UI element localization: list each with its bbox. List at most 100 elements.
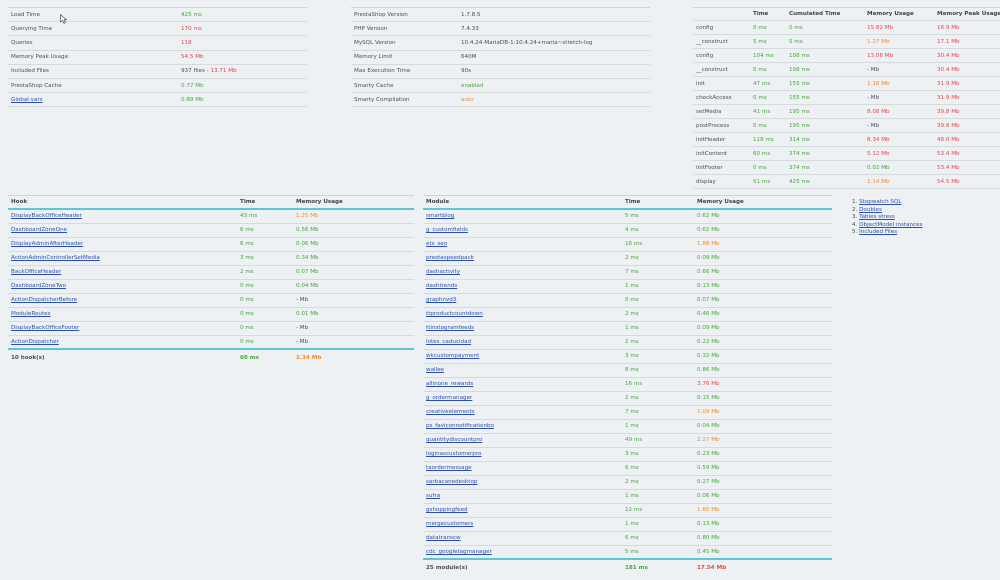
summary-label[interactable]: Global vars bbox=[11, 97, 43, 103]
hooks-row: DisplayBackOfficeHeader 43 ms 1.25 Mb bbox=[8, 209, 414, 223]
stopwatch-cell: 0 ms bbox=[750, 91, 786, 105]
stopwatch-value: 53.4 Mb bbox=[937, 150, 960, 157]
stopwatch-value: 425 ms bbox=[789, 178, 810, 185]
summary-label: PrestaShop Cache bbox=[11, 82, 62, 89]
hooks-name-link[interactable]: DisplayAdminAfterHeader bbox=[11, 241, 83, 247]
modules-panel: Module Time Memory Usage smartblog 5 ms 0.62… bbox=[423, 195, 832, 575]
config-label: Smarty Compilation bbox=[354, 96, 410, 103]
stopwatch-cell: 0 ms bbox=[786, 21, 864, 35]
modules-row: dashtrends 1 ms 0.13 Mb bbox=[423, 279, 832, 293]
hooks-time-cell: 0 ms bbox=[237, 293, 293, 307]
stopwatch-value: - Mb bbox=[867, 66, 880, 73]
stopwatch-step: display bbox=[696, 178, 716, 185]
legend-link[interactable]: Included Files bbox=[859, 229, 897, 235]
hooks-row: ActionDispatcher 0 ms - Mb bbox=[8, 335, 414, 349]
modules-name-link[interactable]: ttproductcountdown bbox=[426, 311, 483, 317]
modules-name-link[interactable]: ttinstagramfeeds bbox=[426, 325, 474, 331]
modules-name-link[interactable]: creativeelements bbox=[426, 409, 475, 415]
hooks-time: 3 ms bbox=[240, 255, 254, 261]
legend-link[interactable]: Doubles bbox=[859, 207, 882, 213]
modules-name-link[interactable]: graphnvd3 bbox=[426, 297, 456, 303]
modules-name-cell: sufra bbox=[423, 489, 622, 503]
modules-row: prestaspeedpack 2 ms 0.09 Mb bbox=[423, 251, 832, 265]
modules-name-link[interactable]: mergecustomers bbox=[426, 521, 473, 527]
modules-memory: 0.45 Mb bbox=[697, 548, 720, 555]
hooks-header: Time bbox=[240, 199, 256, 205]
modules-name-cell: ttproductcountdown bbox=[423, 307, 622, 321]
modules-name-link[interactable]: ets_seo bbox=[426, 241, 447, 247]
modules-memory-cell: 1.60 Mb bbox=[694, 503, 832, 517]
stopwatch-value: - Mb bbox=[867, 122, 880, 129]
hooks-table: Hook Time Memory Usage DisplayBackOfficeHe… bbox=[8, 195, 414, 365]
hooks-header: Hook bbox=[11, 199, 28, 205]
stopwatch-cell: 31.9 Mb bbox=[934, 91, 1000, 105]
modules-name-link[interactable]: dashtrends bbox=[426, 283, 457, 289]
modules-name-link[interactable]: lotes_caducidad bbox=[426, 339, 471, 345]
modules-time: 3 ms bbox=[625, 353, 639, 359]
hooks-name-link[interactable]: DashboardZoneOne bbox=[11, 227, 67, 233]
legend-link[interactable]: Tables stress bbox=[859, 214, 895, 220]
modules-name-link[interactable]: sarbacanedesktop bbox=[426, 479, 477, 485]
modules-memory-cell: 0.09 Mb bbox=[694, 251, 832, 265]
modules-name-link[interactable]: allinone_rewards bbox=[426, 381, 473, 387]
modules-name-link[interactable]: gshoppingfeed bbox=[426, 507, 468, 513]
hooks-memory: 0.34 Mb bbox=[296, 255, 319, 261]
modules-time-cell: 3 ms bbox=[622, 349, 694, 363]
stopwatch-cell: 155 ms bbox=[786, 77, 864, 91]
stopwatch-row: init 47 ms 155 ms 1.16 Mb 31.9 Mb bbox=[693, 77, 1000, 91]
stopwatch-cell: 39.8 Mb bbox=[934, 119, 1000, 133]
modules-memory-cell: 0.04 Mb bbox=[694, 419, 832, 433]
stopwatch-value: 0 ms bbox=[753, 94, 767, 101]
modules-name-link[interactable]: loginascustomerpro bbox=[426, 451, 481, 457]
modules-name-link[interactable]: quantitydiscountpro bbox=[426, 437, 482, 443]
modules-name-link[interactable]: cdc_googletagmanager bbox=[426, 549, 492, 555]
modules-name-link[interactable]: ps_faviconnotificationbo bbox=[426, 423, 494, 429]
hooks-name-link[interactable]: ActionDispatcher bbox=[11, 339, 59, 345]
modules-name-link[interactable]: prestaspeedpack bbox=[426, 255, 474, 261]
modules-name-cell: prestaspeedpack bbox=[423, 251, 622, 265]
hooks-name-link[interactable]: DashboardZoneTwo bbox=[11, 283, 66, 289]
hooks-name-link[interactable]: ModuleRoutes bbox=[11, 311, 51, 317]
stopwatch-row: __construct 5 ms 5 ms 1.27 Mb 17.1 Mb bbox=[693, 35, 1000, 49]
hooks-name-link[interactable]: DisplayBackOfficeHeader bbox=[11, 213, 82, 219]
modules-memory-cell: 0.59 Mb bbox=[694, 461, 832, 475]
hooks-name-link[interactable]: DisplayBackOfficeFooter bbox=[11, 325, 79, 331]
hooks-name-link[interactable]: ActionAdminControllerSetMedia bbox=[11, 255, 100, 261]
stopwatch-value: 48.0 Mb bbox=[937, 136, 960, 143]
modules-name-link[interactable]: dashactivity bbox=[426, 269, 460, 275]
hooks-name-link[interactable]: BackOfficeHeader bbox=[11, 269, 61, 275]
hooks-time-cell: 3 ms bbox=[237, 251, 293, 265]
modules-name-link[interactable]: g_ordermanager bbox=[426, 395, 472, 401]
config-label: MySQL Version bbox=[354, 39, 396, 46]
summary-label: Included Files bbox=[11, 68, 49, 75]
modules-memory-cell: 3.76 Mb bbox=[694, 377, 832, 391]
legend-link[interactable]: Stopwatch SQL bbox=[859, 199, 901, 205]
summary-label-cell: Global vars bbox=[8, 93, 178, 107]
modules-name-link[interactable]: sufra bbox=[426, 493, 440, 499]
modules-name-link[interactable]: wkcustompayment bbox=[426, 353, 479, 359]
stopwatch-cell: 155 ms bbox=[786, 91, 864, 105]
modules-time: 5 ms bbox=[625, 548, 639, 555]
stopwatch-header bbox=[693, 8, 750, 21]
modules-time-cell: 7 ms bbox=[622, 405, 694, 419]
hooks-name-link[interactable]: ActionDispatcherBefore bbox=[11, 297, 77, 303]
modules-memory: 0.27 Mb bbox=[697, 479, 720, 485]
hooks-memory: - Mb bbox=[296, 338, 309, 345]
modules-name-link[interactable]: taordermessage bbox=[426, 465, 472, 471]
hooks-memory-cell: - Mb bbox=[293, 335, 414, 349]
legend-link[interactable]: ObjectModel instances bbox=[859, 222, 922, 228]
hooks-name-cell: DisplayAdminAfterHeader bbox=[8, 237, 237, 251]
modules-name-link[interactable]: g_customfields bbox=[426, 227, 468, 233]
modules-row: gshoppingfeed 12 ms 1.60 Mb bbox=[423, 503, 832, 517]
stopwatch-value: 155 ms bbox=[789, 94, 810, 101]
modules-row: ps_faviconnotificationbo 1 ms 0.04 Mb bbox=[423, 419, 832, 433]
hooks-time-cell: 0 ms bbox=[237, 321, 293, 335]
modules-name-link[interactable]: smartblog bbox=[426, 213, 454, 219]
modules-name-link[interactable]: wallee bbox=[426, 367, 444, 373]
modules-name-link[interactable]: datatranscw bbox=[426, 535, 461, 541]
modules-time-cell: 4 ms bbox=[622, 223, 694, 237]
config-label-cell: MySQL Version bbox=[351, 36, 458, 50]
stopwatch-header: Cumulated Time bbox=[789, 11, 841, 17]
stopwatch-cell: 108 ms bbox=[786, 49, 864, 63]
modules-memory: 0.22 Mb bbox=[697, 339, 720, 345]
